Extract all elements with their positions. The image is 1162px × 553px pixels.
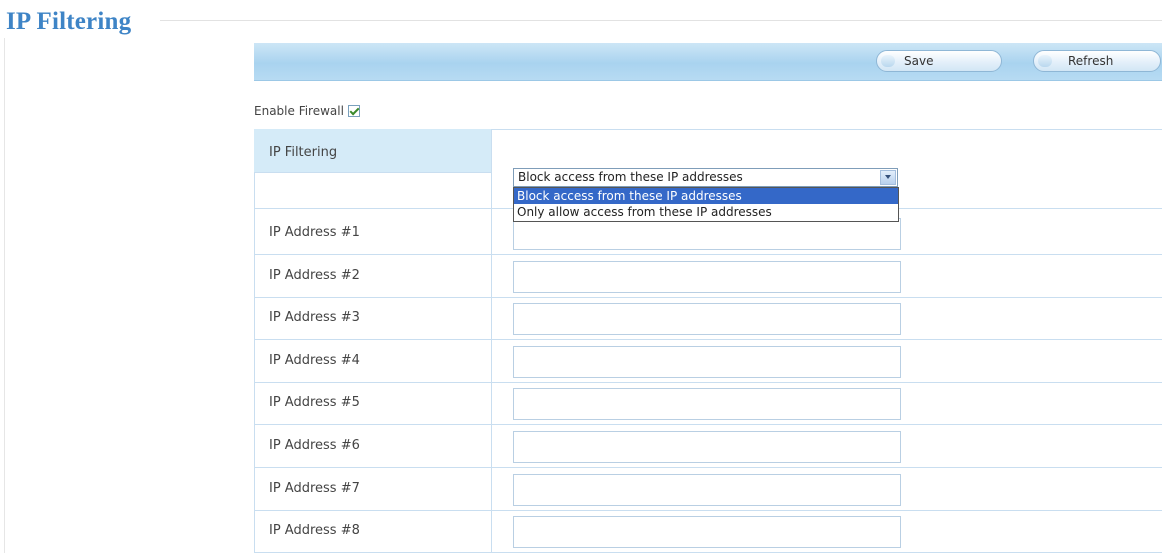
ip-address-label-2: IP Address #2	[269, 268, 360, 283]
ip-address-input-5[interactable]	[513, 388, 901, 420]
ip-filtering-select[interactable]: Block access from these IP addresses	[513, 168, 898, 187]
ip-address-input-1[interactable]	[513, 218, 901, 250]
row-divider	[254, 172, 491, 173]
ip-address-label-1: IP Address #1	[269, 225, 360, 240]
save-button-label: Save	[904, 54, 934, 68]
ip-filtering-selected-value: Block access from these IP addresses	[518, 170, 743, 184]
save-button[interactable]: Save	[876, 50, 1002, 72]
enable-firewall-label: Enable Firewall	[254, 104, 344, 118]
toolbar: Save Refresh	[254, 43, 1162, 81]
ip-address-input-8[interactable]	[513, 516, 901, 548]
table-column-divider	[491, 129, 492, 553]
ip-filtering-dropdown: Block access from these IP addresses Only…	[513, 187, 899, 222]
save-icon	[881, 55, 895, 67]
ip-address-label-8: IP Address #8	[269, 523, 360, 538]
ip-address-input-4[interactable]	[513, 346, 901, 378]
enable-firewall-checkbox[interactable]	[347, 105, 360, 117]
ip-address-input-6[interactable]	[513, 431, 901, 463]
ip-filtering-label: IP Filtering	[254, 129, 491, 172]
chevron-down-icon[interactable]	[880, 170, 896, 185]
left-divider	[4, 38, 5, 553]
title-divider	[160, 20, 1162, 21]
ip-filtering-option-block[interactable]: Block access from these IP addresses	[514, 188, 898, 204]
refresh-icon	[1038, 55, 1052, 67]
ip-address-label-6: IP Address #6	[269, 438, 360, 453]
ip-address-input-2[interactable]	[513, 261, 901, 293]
ip-filtering-option-allow[interactable]: Only allow access from these IP addresse…	[514, 204, 898, 221]
ip-address-input-3[interactable]	[513, 303, 901, 335]
ip-address-label-5: IP Address #5	[269, 395, 360, 410]
ip-address-label-4: IP Address #4	[269, 353, 360, 368]
ip-address-input-7[interactable]	[513, 474, 901, 506]
refresh-button-label: Refresh	[1068, 54, 1114, 68]
ip-address-label-7: IP Address #7	[269, 481, 360, 496]
ip-filtering-dropdown-wrap: Block access from these IP addresses Only…	[513, 187, 899, 222]
ip-address-label-3: IP Address #3	[269, 310, 360, 325]
page-title: IP Filtering	[6, 8, 132, 35]
refresh-button[interactable]: Refresh	[1033, 50, 1161, 72]
enable-firewall-row: Enable Firewall	[254, 104, 360, 118]
